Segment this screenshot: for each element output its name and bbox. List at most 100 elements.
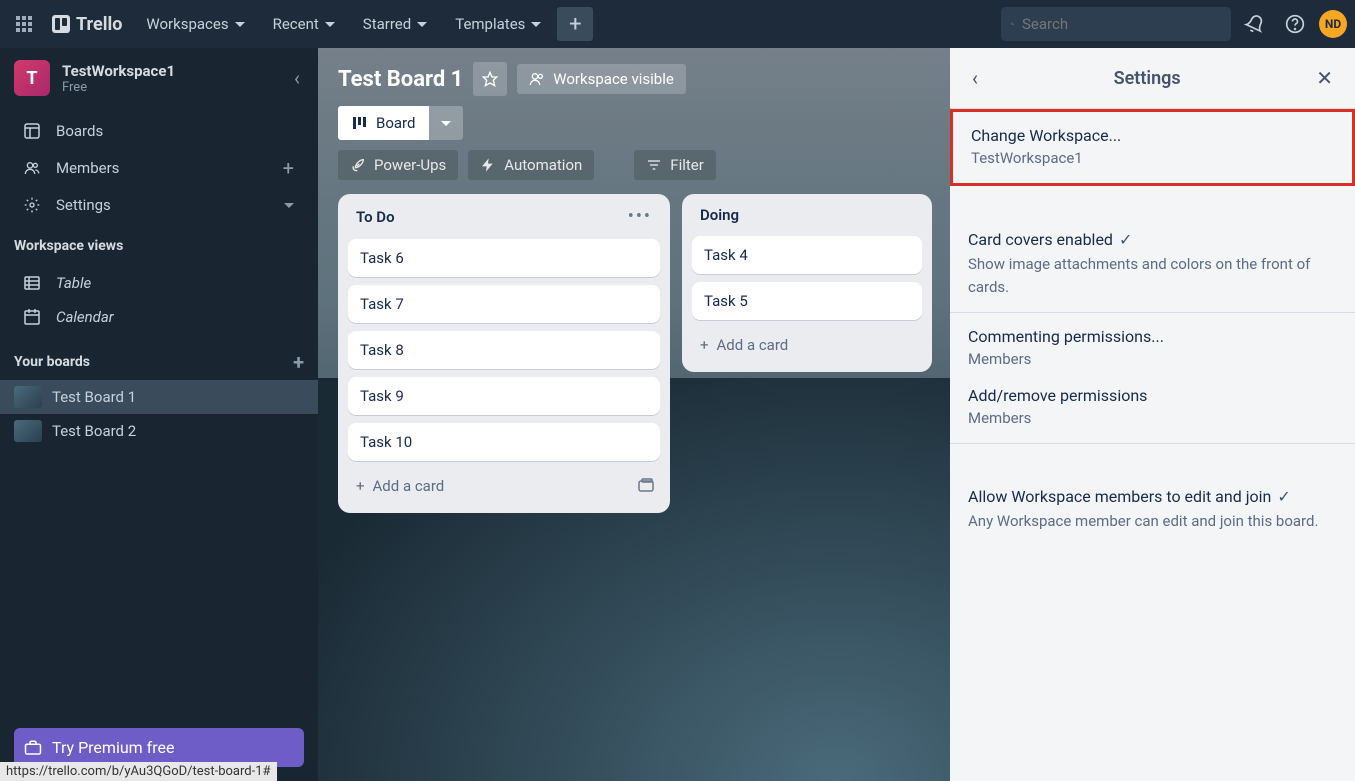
user-avatar[interactable]: ND — [1319, 10, 1347, 38]
add-card-label: Add a card — [373, 477, 445, 495]
setting-value: Members — [968, 350, 1337, 368]
collapse-sidebar-button[interactable]: ‹ — [290, 62, 304, 94]
help-icon — [1285, 14, 1305, 34]
addremove-permissions[interactable]: Add/remove permissions Members — [968, 386, 1337, 427]
status-bar-url: https://trello.com/b/yAu3QGoD/test-board… — [0, 762, 277, 781]
button-label: Filter — [670, 156, 704, 174]
settings-title: Settings — [1114, 68, 1181, 89]
list-title[interactable]: To Do — [356, 208, 395, 226]
trello-logo[interactable]: Trello — [44, 14, 130, 35]
card[interactable]: Task 9 — [348, 377, 660, 415]
card[interactable]: Task 5 — [692, 282, 922, 320]
apps-grid-icon — [16, 16, 32, 32]
workspace-info: TestWorkspace1 Free — [62, 62, 278, 95]
plus-icon: + — [356, 477, 365, 495]
add-card-button[interactable]: + Add a card — [348, 469, 452, 503]
trello-logo-icon — [52, 15, 70, 33]
card[interactable]: Task 4 — [692, 236, 922, 274]
card[interactable]: Task 10 — [348, 423, 660, 461]
nav-recent[interactable]: Recent — [261, 9, 347, 39]
setting-title-text: Card covers enabled — [968, 230, 1113, 249]
logo-text: Trello — [76, 14, 122, 35]
board-item[interactable]: Test Board 2 — [0, 414, 318, 448]
settings-back-button[interactable]: ‹ — [968, 62, 982, 94]
premium-label: Try Premium free — [52, 738, 174, 757]
chevron-down-icon — [441, 121, 451, 126]
star-button[interactable] — [473, 62, 507, 96]
gear-icon — [24, 197, 42, 213]
filter-button[interactable]: Filter — [634, 150, 716, 180]
sidebar-item-members[interactable]: Members + — [10, 148, 308, 188]
card-template-button[interactable] — [632, 472, 660, 500]
search-input[interactable] — [1022, 15, 1221, 33]
sidebar-item-settings[interactable]: Settings — [10, 188, 308, 222]
list-menu-button[interactable]: ••• — [628, 206, 652, 227]
briefcase-icon — [24, 739, 42, 757]
calendar-icon — [24, 309, 42, 325]
workspace-header: T TestWorkspace1 Free ‹ — [0, 48, 318, 108]
chevron-down-icon — [284, 203, 294, 208]
header-right: ND — [1001, 7, 1347, 41]
add-card-button[interactable]: + Add a card — [692, 328, 922, 362]
workspace-name: TestWorkspace1 — [62, 62, 278, 80]
view-label: Board — [376, 114, 415, 132]
add-member-button[interactable]: + — [283, 156, 294, 180]
add-card-label: Add a card — [717, 336, 789, 354]
help-button[interactable] — [1279, 8, 1311, 40]
top-header: Trello Workspaces Recent Starred Templat… — [0, 0, 1355, 48]
bolt-icon — [480, 157, 496, 173]
list-header: Doing — [692, 204, 922, 228]
card[interactable]: Task 7 — [348, 285, 660, 323]
sidebar-item-boards[interactable]: Boards — [10, 114, 308, 148]
search-icon — [1011, 16, 1014, 32]
sidebar-item-label: Calendar — [56, 308, 114, 326]
button-label: Power-Ups — [374, 156, 446, 174]
check-icon: ✓ — [1277, 487, 1290, 506]
setting-description: Show image attachments and colors on the… — [968, 253, 1337, 298]
nav-workspaces[interactable]: Workspaces — [134, 9, 256, 39]
list-title[interactable]: Doing — [700, 206, 739, 224]
setting-title: Card covers enabled ✓ — [968, 230, 1337, 249]
table-icon — [24, 275, 42, 291]
card[interactable]: Task 8 — [348, 331, 660, 369]
sidebar-view-table[interactable]: Table — [10, 266, 308, 300]
board-item[interactable]: Test Board 1 — [0, 380, 318, 414]
rocket-icon — [350, 157, 366, 173]
workspace-plan: Free — [62, 80, 278, 95]
automation-button[interactable]: Automation — [468, 150, 594, 180]
board-title[interactable]: Test Board 1 — [338, 67, 463, 92]
workspace-views: Table Calendar — [0, 260, 318, 340]
sidebar-view-calendar[interactable]: Calendar — [10, 300, 308, 334]
chevron-down-icon — [235, 22, 245, 27]
setting-title: Commenting permissions... — [968, 327, 1337, 346]
powerups-button[interactable]: Power-Ups — [338, 150, 458, 180]
view-board-button[interactable]: Board — [338, 106, 429, 140]
search-box[interactable] — [1001, 7, 1231, 41]
view-switcher: Board — [338, 106, 463, 140]
chevron-down-icon — [417, 22, 427, 27]
view-dropdown-button[interactable] — [429, 106, 463, 140]
chevron-down-icon — [325, 22, 335, 27]
add-board-button[interactable]: + — [293, 350, 304, 374]
allow-edit-section[interactable]: Allow Workspace members to edit and join… — [950, 473, 1355, 547]
settings-close-button[interactable]: ✕ — [1312, 62, 1337, 94]
workspace-avatar: T — [14, 60, 50, 96]
visibility-button[interactable]: Workspace visible — [517, 64, 686, 94]
board-label: Test Board 1 — [52, 388, 136, 406]
setting-title: Add/remove permissions — [968, 386, 1337, 405]
change-workspace-section[interactable]: Change Workspace... TestWorkspace1 — [950, 109, 1355, 186]
nav-label: Templates — [455, 15, 525, 33]
add-card-row: + Add a card — [348, 469, 660, 503]
apps-button[interactable] — [8, 8, 40, 40]
create-button[interactable]: + — [557, 7, 593, 41]
commenting-permissions[interactable]: Commenting permissions... Members — [968, 327, 1337, 368]
card-covers-section[interactable]: Card covers enabled ✓ Show image attachm… — [950, 216, 1355, 313]
nav-templates[interactable]: Templates — [443, 9, 553, 39]
sidebar-main-nav: Boards Members + Settings — [0, 108, 318, 228]
setting-title: Allow Workspace members to edit and join… — [968, 487, 1337, 506]
sidebar-item-label: Table — [56, 274, 91, 292]
nav-starred[interactable]: Starred — [351, 9, 439, 39]
boards-list: Test Board 1 Test Board 2 — [0, 380, 318, 448]
notifications-button[interactable] — [1239, 8, 1271, 40]
card[interactable]: Task 6 — [348, 239, 660, 277]
